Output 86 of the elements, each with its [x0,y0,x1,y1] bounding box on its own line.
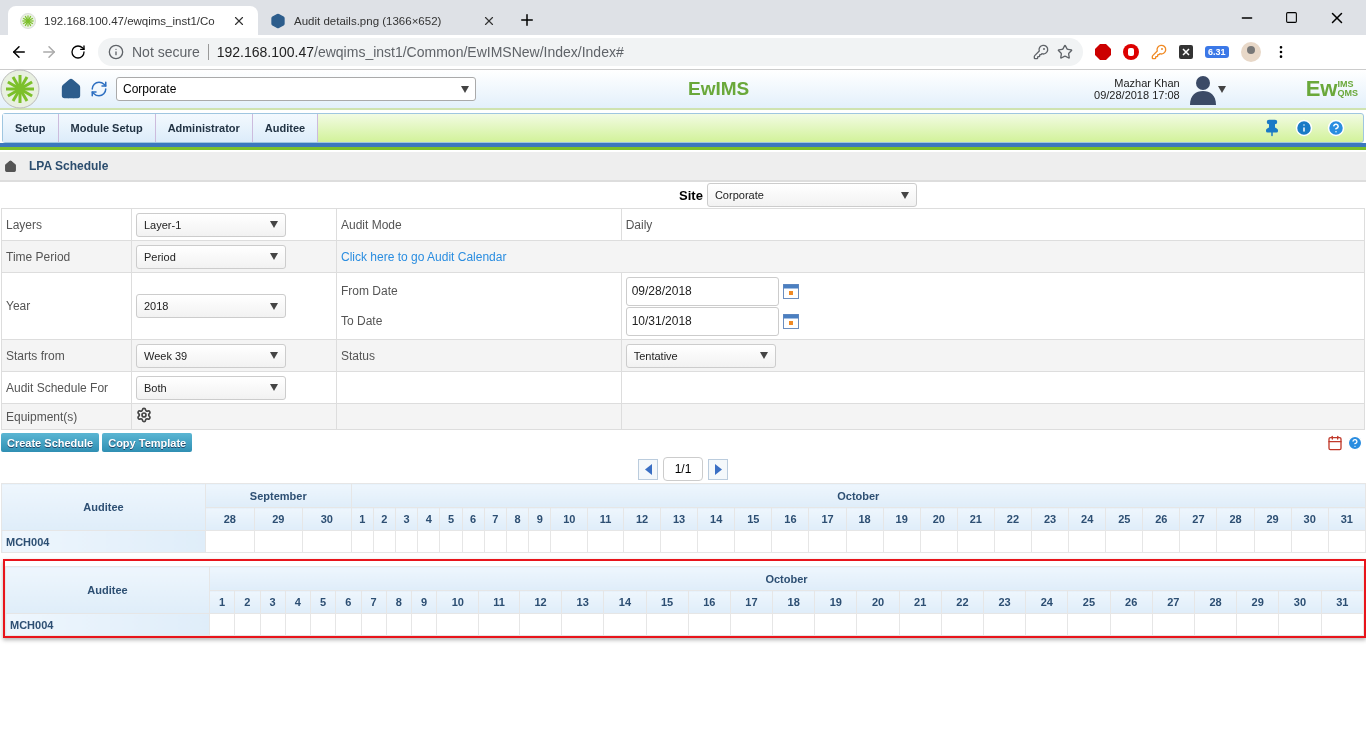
left-triangle-icon [644,463,652,475]
url-text: 192.168.100.47/ewqims_inst1/Common/EwIMSNew/Index/Index# [216,44,625,60]
caret-icon [270,302,278,310]
field-label: Equipment(s) [6,409,79,424]
field-label: Year [6,299,32,313]
logo-icon [20,12,36,29]
field-label: Layers [6,217,44,232]
auditee-cell: MCH004 [5,613,210,636]
caret-icon [461,85,469,93]
info-icon[interactable] [1295,119,1313,137]
help-icon[interactable] [1347,434,1363,451]
back-icon[interactable] [10,43,28,61]
breadcrumb: LPA Schedule [29,159,109,173]
extension-badge[interactable]: 6.31 [1205,46,1229,58]
browser-tab[interactable]: Audit details.png (1366×652) [258,6,508,35]
tab-title: Audit details.png (1366×652) [294,14,443,27]
key-icon[interactable] [1151,44,1167,60]
caret-icon [270,221,278,228]
field-label: Audit Mode [341,217,403,232]
caret-icon [1217,85,1226,93]
caret-icon [270,253,278,260]
home-icon[interactable] [60,78,82,100]
refresh-icon[interactable] [90,80,108,98]
menu-item[interactable]: Setup [3,114,59,142]
x-extension-icon[interactable] [1179,45,1193,59]
address-bar[interactable]: Not secure 192.168.100.47/ewqims_inst1/Common/EwIMSNew/Index/Index# [98,38,1083,66]
help-icon[interactable] [1327,119,1345,137]
hexagon-icon [270,12,286,29]
dropdown[interactable]: Tentative [625,343,776,368]
tab-title: 192.168.100.47/ewqims_inst1/Co [44,14,216,27]
field-label: Status [341,348,377,363]
security-label: Not secure [132,44,209,60]
previous-page-button[interactable] [638,458,658,480]
calendar-icon[interactable] [782,283,799,299]
field-label: Starts from [6,348,66,363]
caret-icon [270,352,278,359]
date-time: 09/28/2018 17:08 [1094,89,1180,101]
page-indicator: 1/1 [663,457,703,481]
menu-item[interactable]: Module Setup [58,114,156,142]
calendar-icon[interactable] [782,313,799,329]
app-logo: EwIMS [688,78,750,100]
dropdown[interactable]: 2018 [136,294,286,318]
reload-icon[interactable] [70,44,86,60]
caret-icon [900,191,909,199]
menu-item[interactable]: Administrator [155,114,253,142]
column-header: Auditee [5,566,210,614]
field-label: From Date [341,284,398,298]
info-icon [108,44,124,60]
dropdown[interactable]: Period [136,244,286,269]
site-dropdown[interactable]: Corporate [116,77,476,101]
logo-icon [0,69,40,109]
month-header: October [209,566,1364,591]
column-header: Auditee [1,483,206,531]
star-icon[interactable] [1057,44,1073,60]
maximize-icon[interactable] [1285,11,1298,24]
stop-sign-icon[interactable] [1095,44,1111,60]
field-label: To Date [341,314,383,328]
date-field[interactable]: 10/31/2018 [625,306,779,336]
field-label: Audit Schedule For [6,380,110,395]
dropdown[interactable]: Layer-1 [136,212,286,237]
site-dropdown[interactable]: Corporate [706,183,917,207]
user-name: Mazhar Khan [1114,77,1180,89]
date-field[interactable]: 09/28/2018 [625,276,779,306]
calendar-icon[interactable] [1327,434,1343,451]
pin-icon[interactable] [1263,119,1281,137]
month-header: October [351,483,1366,508]
key-icon[interactable] [1033,44,1049,60]
site-label: Site [679,187,703,203]
new-tab-icon[interactable] [518,11,536,29]
home-icon[interactable] [4,159,17,173]
next-page-button[interactable] [708,458,728,480]
field-label: Time Period [6,249,72,264]
month-header: September [205,483,352,508]
auditee-cell: MCH004 [1,530,206,553]
caret-icon [270,384,278,391]
user-avatar-icon[interactable] [1187,73,1218,105]
field-value: Daily [625,217,654,232]
gear-icon[interactable] [136,407,152,423]
browser-tab[interactable]: 192.168.100.47/ewqims_inst1/Co [8,6,258,35]
avatar-icon[interactable] [1240,42,1261,62]
right-triangle-icon [714,463,722,475]
caret-icon [759,352,768,359]
forward-icon[interactable] [40,43,58,61]
dropdown[interactable]: Both [136,375,286,400]
dropdown[interactable]: Week 39 [136,343,286,368]
menu-item[interactable]: Auditee [252,114,319,142]
